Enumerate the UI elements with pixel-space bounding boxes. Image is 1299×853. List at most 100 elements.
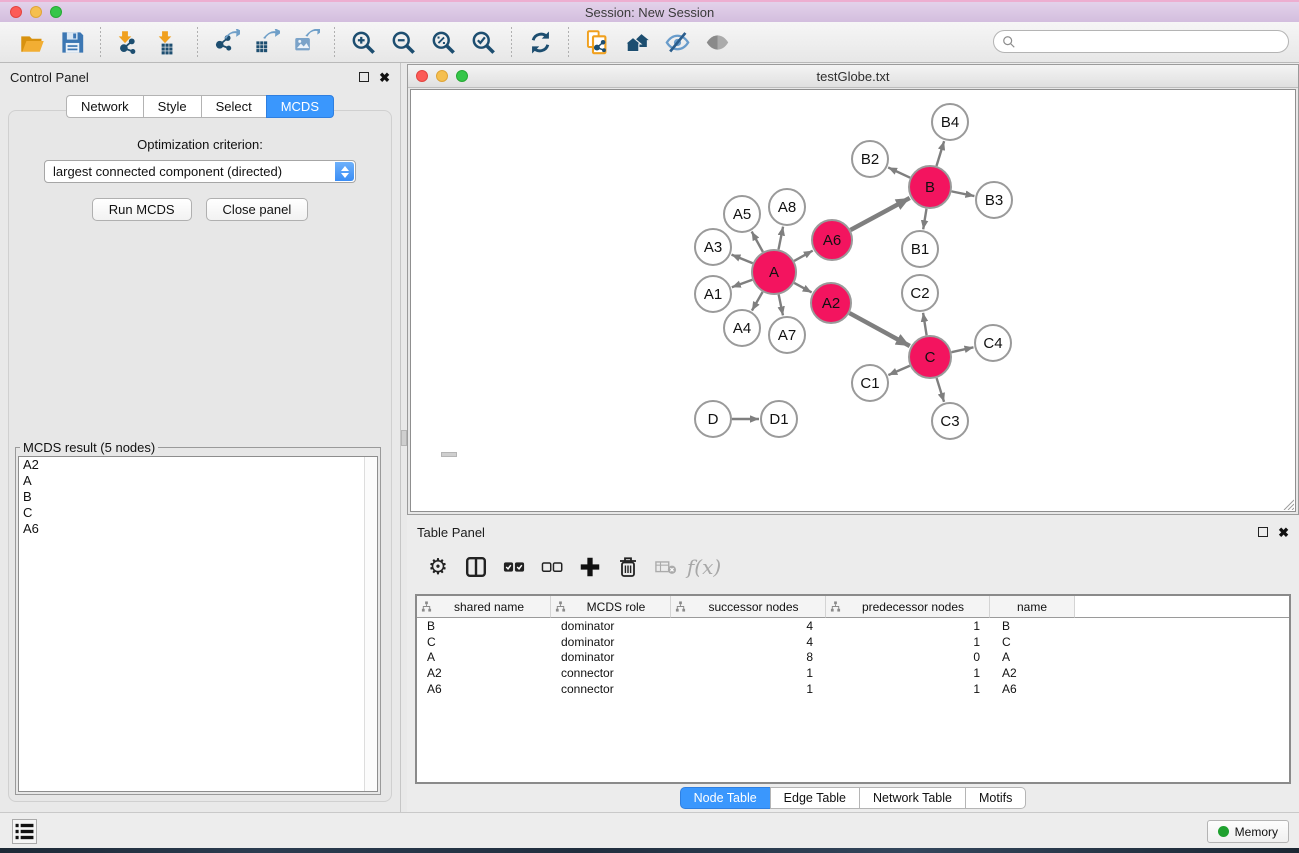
tab-motifs[interactable]: Motifs [965,787,1026,809]
add-column-icon[interactable] [575,552,605,582]
table-row[interactable]: Cdominator41C [417,634,1289,650]
tab-style[interactable]: Style [143,95,201,118]
new-network-from-selection-icon[interactable] [580,26,614,58]
optimization-select[interactable]: largest connected component (directed) [44,160,356,183]
table-cell[interactable]: A6 [990,681,1075,697]
edge-C-C2[interactable] [923,313,927,336]
export-table-icon[interactable] [249,26,283,58]
task-history-button[interactable] [12,819,37,844]
edge-A6-B[interactable] [850,198,909,230]
table-row[interactable]: A2connector11A2 [417,665,1289,681]
table-cell[interactable]: 0 [826,649,990,665]
table-float-icon[interactable] [1258,527,1268,537]
table-cell[interactable]: A [990,649,1075,665]
edge-A-A4[interactable] [752,292,763,311]
edge-A-A3[interactable] [732,255,753,264]
table-row[interactable]: Bdominator41B [417,618,1289,634]
tab-edge-table[interactable]: Edge Table [770,787,859,809]
result-item[interactable]: A6 [19,521,377,537]
network-canvas[interactable]: AA1A2A3A4A5A6A7A8BB1B2B3B4CC1C2C3C4DD1 [410,89,1296,512]
settings-icon[interactable]: ⚙ [423,552,453,582]
table-cell[interactable]: dominator [551,649,671,665]
column-header-shared-name[interactable]: shared name [417,596,551,618]
table-cell[interactable]: 1 [826,681,990,697]
column-header-name[interactable]: name [990,596,1075,618]
import-network-icon[interactable] [112,26,146,58]
table-cell[interactable]: 8 [671,649,826,665]
edge-A-A5[interactable] [752,232,763,252]
table-cell[interactable]: A [417,649,551,665]
float-panel-icon[interactable] [359,72,369,82]
table-cell[interactable]: B [990,618,1075,634]
column-header-successor-nodes[interactable]: successor nodes [671,596,826,618]
zoom-selected-icon[interactable] [466,26,500,58]
hide-selected-icon[interactable] [660,26,694,58]
table-cell[interactable]: 1 [671,681,826,697]
table-cell[interactable]: 1 [826,665,990,681]
mcds-result-list[interactable]: A2ABCA6 [18,456,378,792]
result-item[interactable]: C [19,505,377,521]
delete-columns-icon[interactable] [613,552,643,582]
tab-mcds[interactable]: MCDS [266,95,334,118]
export-image-icon[interactable] [289,26,323,58]
tab-select[interactable]: Select [201,95,266,118]
export-network-icon[interactable] [209,26,243,58]
edge-B-B1[interactable] [923,209,926,230]
run-mcds-button[interactable]: Run MCDS [92,198,192,221]
edge-B-B4[interactable] [936,141,944,166]
network-window-titlebar[interactable]: testGlobe.txt [408,65,1298,88]
table-cell[interactable]: dominator [551,634,671,650]
result-item[interactable]: A [19,473,377,489]
result-item[interactable]: B [19,489,377,505]
tab-network[interactable]: Network [66,95,143,118]
table-cell[interactable]: dominator [551,618,671,634]
edge-A2-C[interactable] [849,313,909,346]
table-cell[interactable]: 1 [826,618,990,634]
edge-A-A7[interactable] [779,295,783,316]
zoom-out-icon[interactable] [386,26,420,58]
tab-network-table[interactable]: Network Table [859,787,965,809]
table-close-icon[interactable]: ✖ [1278,526,1289,539]
save-session-icon[interactable] [55,26,89,58]
edge-A-A6[interactable] [794,251,813,261]
import-table-icon[interactable] [152,26,186,58]
first-neighbors-icon[interactable] [620,26,654,58]
close-panel-icon[interactable]: ✖ [379,71,390,84]
zoom-fit-icon[interactable] [426,26,460,58]
search-input[interactable] [1016,35,1288,49]
show-columns-icon[interactable] [461,552,491,582]
table-cell[interactable]: 1 [826,634,990,650]
edge-A-A8[interactable] [779,227,784,250]
resize-grip-icon[interactable] [1281,497,1294,510]
column-header-predecessor-nodes[interactable]: predecessor nodes [826,596,990,618]
horizontal-splitter-handle[interactable] [441,452,457,457]
table-row[interactable]: A6connector11A6 [417,681,1289,697]
edge-C-C4[interactable] [951,347,973,352]
edge-B-B2[interactable] [888,167,910,177]
table-cell[interactable]: 4 [671,634,826,650]
memory-button[interactable]: Memory [1207,820,1289,843]
open-session-icon[interactable] [15,26,49,58]
table-cell[interactable]: C [417,634,551,650]
network-graph[interactable]: AA1A2A3A4A5A6A7A8BB1B2B3B4CC1C2C3C4DD1 [411,90,1296,512]
column-header-MCDS-role[interactable]: MCDS role [551,596,671,618]
edge-B-B3[interactable] [952,191,975,196]
result-scrollbar[interactable] [364,457,377,791]
table-cell[interactable]: 4 [671,618,826,634]
table-cell[interactable]: A6 [417,681,551,697]
table-cell[interactable]: connector [551,681,671,697]
edge-A-A1[interactable] [732,280,753,287]
select-all-icon[interactable] [499,552,529,582]
table-cell[interactable]: A2 [990,665,1075,681]
unselect-all-icon[interactable] [537,552,567,582]
edge-A-A2[interactable] [794,283,811,293]
table-cell[interactable]: A2 [417,665,551,681]
table-cell[interactable]: B [417,618,551,634]
zoom-in-icon[interactable] [346,26,380,58]
table-row[interactable]: Adominator80A [417,649,1289,665]
tab-node-table[interactable]: Node Table [680,787,770,809]
search-field[interactable] [993,30,1289,53]
table-cell[interactable]: connector [551,665,671,681]
table-cell[interactable]: 1 [671,665,826,681]
close-panel-button[interactable]: Close panel [206,198,309,221]
